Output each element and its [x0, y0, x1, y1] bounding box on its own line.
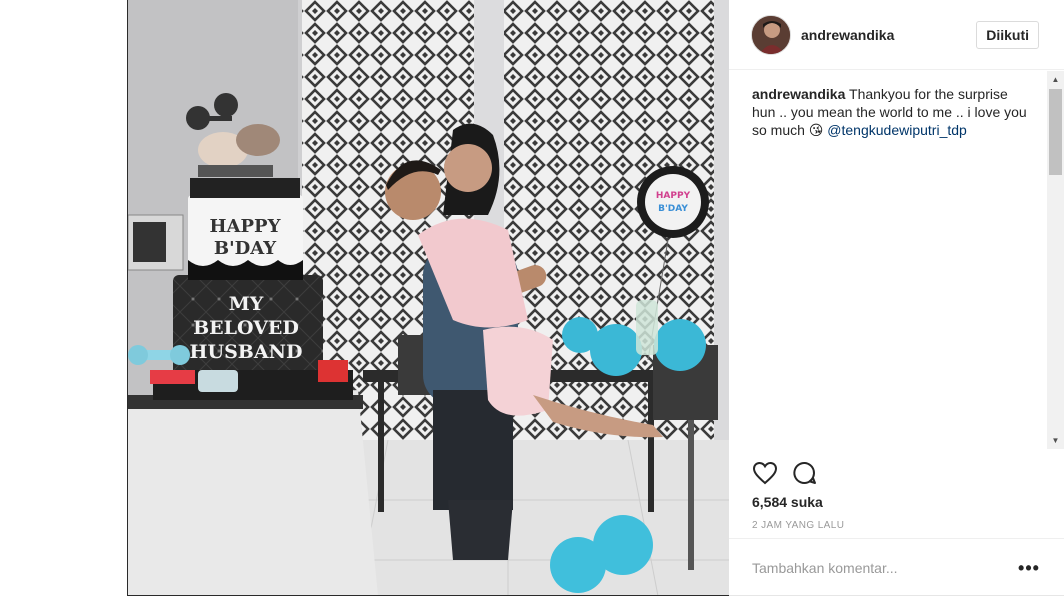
cake-text-husband: HUSBAND	[190, 341, 303, 363]
comment-bar: •••	[729, 538, 1064, 596]
post-username[interactable]: andrewandika	[801, 27, 976, 43]
speech-bubble-icon[interactable]	[791, 459, 819, 487]
following-button[interactable]: Diikuti	[976, 20, 1039, 49]
scroll-thumb[interactable]	[1049, 89, 1062, 175]
caption-scrollbar[interactable]: ▲ ▼	[1047, 71, 1064, 449]
balloon-text-happy: HAPPY	[656, 191, 691, 201]
like-count[interactable]: 6,584 suka	[752, 494, 823, 510]
balloon-text-bday: B'DAY	[658, 204, 688, 214]
post-actions	[751, 458, 831, 488]
post-details-panel: andrewandika Diikuti andrewandika Thanky…	[729, 0, 1064, 596]
heart-icon[interactable]	[751, 459, 779, 487]
caption: andrewandika Thankyou for the surprise h…	[729, 71, 1047, 449]
cake-text-my: MY	[229, 293, 264, 315]
post-timestamp[interactable]: 2 JAM YANG LALU	[752, 520, 844, 531]
caption-username[interactable]: andrewandika	[752, 86, 845, 102]
comment-input[interactable]	[752, 559, 1014, 576]
caption-mention-link[interactable]: @tengkudewiputri_tdp	[827, 122, 967, 138]
cake-text-happy: HAPPY	[210, 216, 282, 237]
post-photo[interactable]: MY BELOVED HUSBAND HAPPY B'DAY HAPPY B'D…	[127, 0, 729, 596]
avatar[interactable]	[751, 14, 791, 55]
post-header: andrewandika Diikuti	[729, 0, 1064, 70]
scroll-up-arrow-icon[interactable]: ▲	[1047, 71, 1064, 88]
scroll-down-arrow-icon[interactable]: ▼	[1047, 432, 1064, 449]
cake-text-bday: B'DAY	[214, 238, 277, 259]
cake-text-beloved: BELOVED	[193, 317, 299, 339]
ellipsis-icon[interactable]: •••	[1014, 559, 1044, 577]
